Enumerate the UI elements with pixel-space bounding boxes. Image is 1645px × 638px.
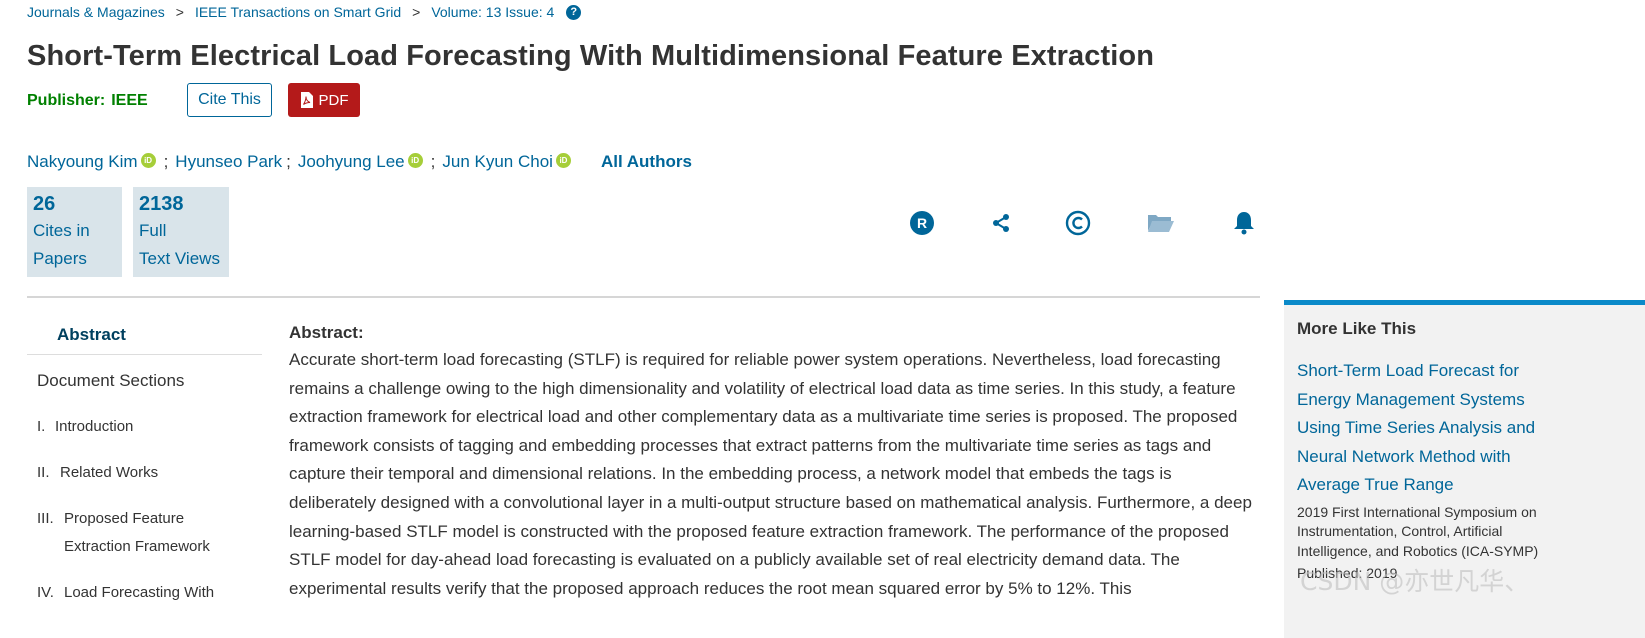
- page-title: Short-Term Electrical Load Forecasting W…: [27, 40, 1155, 72]
- pdf-button[interactable]: PDF: [288, 83, 360, 117]
- publisher: Publisher: IEEE: [27, 92, 148, 110]
- breadcrumb-journals-link[interactable]: Journals & Magazines: [27, 4, 165, 20]
- copyright-icon[interactable]: [1063, 208, 1093, 238]
- nav-document-sections: Document Sections: [37, 371, 185, 390]
- orcid-icon[interactable]: iD: [555, 152, 571, 168]
- nav-item-label: Introduction: [55, 418, 134, 435]
- breadcrumb-journal-link[interactable]: IEEE Transactions on Smart Grid: [195, 4, 401, 20]
- nav-abstract[interactable]: Abstract: [57, 325, 126, 345]
- metric-label: Papers: [33, 249, 87, 268]
- nav-item-number: I.: [37, 418, 46, 435]
- folder-icon[interactable]: [1146, 208, 1176, 238]
- author-link[interactable]: Hyunseo Park: [175, 152, 282, 172]
- orcid-icon[interactable]: iD: [140, 152, 156, 168]
- nav-item-label: Related Works: [60, 464, 159, 481]
- breadcrumb-separator: >: [175, 4, 184, 20]
- abstract-heading: Abstract:: [289, 323, 364, 342]
- author-separator: ;: [430, 152, 436, 171]
- header-divider: [27, 296, 1260, 298]
- nav-item-label: Load Forecasting With: [64, 584, 215, 601]
- nav-item-number: II.: [37, 464, 50, 481]
- nav-item-proposed-framework[interactable]: III. Proposed Feature Extraction Framewor…: [37, 505, 210, 561]
- author-separator: ;: [286, 152, 291, 171]
- cite-this-button[interactable]: Cite This: [187, 83, 272, 117]
- author-link[interactable]: Jun Kyun Choi: [442, 152, 553, 172]
- rights-icon[interactable]: R: [907, 208, 937, 238]
- nav-item-load-forecasting[interactable]: IV. Load Forecasting With: [37, 579, 214, 607]
- watermark: CSDN @亦世凡华、: [1300, 567, 1530, 596]
- author-separator: ;: [163, 152, 169, 171]
- nav-divider: [27, 354, 262, 355]
- metric-label: Full: [139, 221, 167, 240]
- pdf-file-icon: [300, 92, 313, 108]
- author-link[interactable]: Nakyoung Kim: [27, 152, 138, 172]
- publisher-label: Publisher:: [27, 92, 106, 109]
- metric-value: 2138: [139, 193, 184, 215]
- nav-item-label: Proposed Feature: [64, 510, 185, 527]
- author-list: Nakyoung Kim iD ; Hyunseo Park ; Joohyun…: [27, 152, 692, 172]
- nav-item-label: Extraction Framework: [64, 538, 210, 555]
- metric-views[interactable]: 2138 Full Text Views: [133, 187, 229, 277]
- metric-value: 26: [33, 193, 56, 215]
- pdf-label: PDF: [318, 91, 349, 109]
- nav-item-number: III.: [37, 510, 54, 527]
- related-article-link[interactable]: Short-Term Load Forecast for Energy Mana…: [1297, 357, 1547, 500]
- author-link[interactable]: Joohyung Lee: [298, 152, 405, 172]
- more-like-this-heading: More Like This: [1297, 319, 1417, 338]
- related-article-venue: 2019 First International Symposium on In…: [1297, 504, 1539, 559]
- breadcrumb: Journals & Magazines > IEEE Transactions…: [27, 4, 582, 20]
- abstract-text: Accurate short-term load forecasting (ST…: [289, 350, 1252, 598]
- all-authors-link[interactable]: All Authors: [601, 152, 692, 172]
- breadcrumb-issue-link[interactable]: Volume: 13 Issue: 4: [431, 4, 554, 20]
- metric-cites[interactable]: 26 Cites in Papers: [27, 187, 122, 277]
- nav-item-related-works[interactable]: II. Related Works: [37, 459, 158, 487]
- alert-bell-icon[interactable]: [1229, 208, 1259, 238]
- metric-label: Cites in: [33, 221, 90, 240]
- share-icon[interactable]: [986, 208, 1016, 238]
- nav-item-introduction[interactable]: I. Introduction: [37, 413, 133, 441]
- nav-item-number: IV.: [37, 584, 54, 601]
- breadcrumb-separator: >: [412, 4, 421, 20]
- help-icon[interactable]: ?: [566, 4, 582, 20]
- orcid-icon[interactable]: iD: [407, 152, 423, 168]
- svg-text:R: R: [917, 215, 927, 231]
- publisher-name: IEEE: [111, 92, 148, 109]
- metric-label: Text Views: [139, 249, 220, 268]
